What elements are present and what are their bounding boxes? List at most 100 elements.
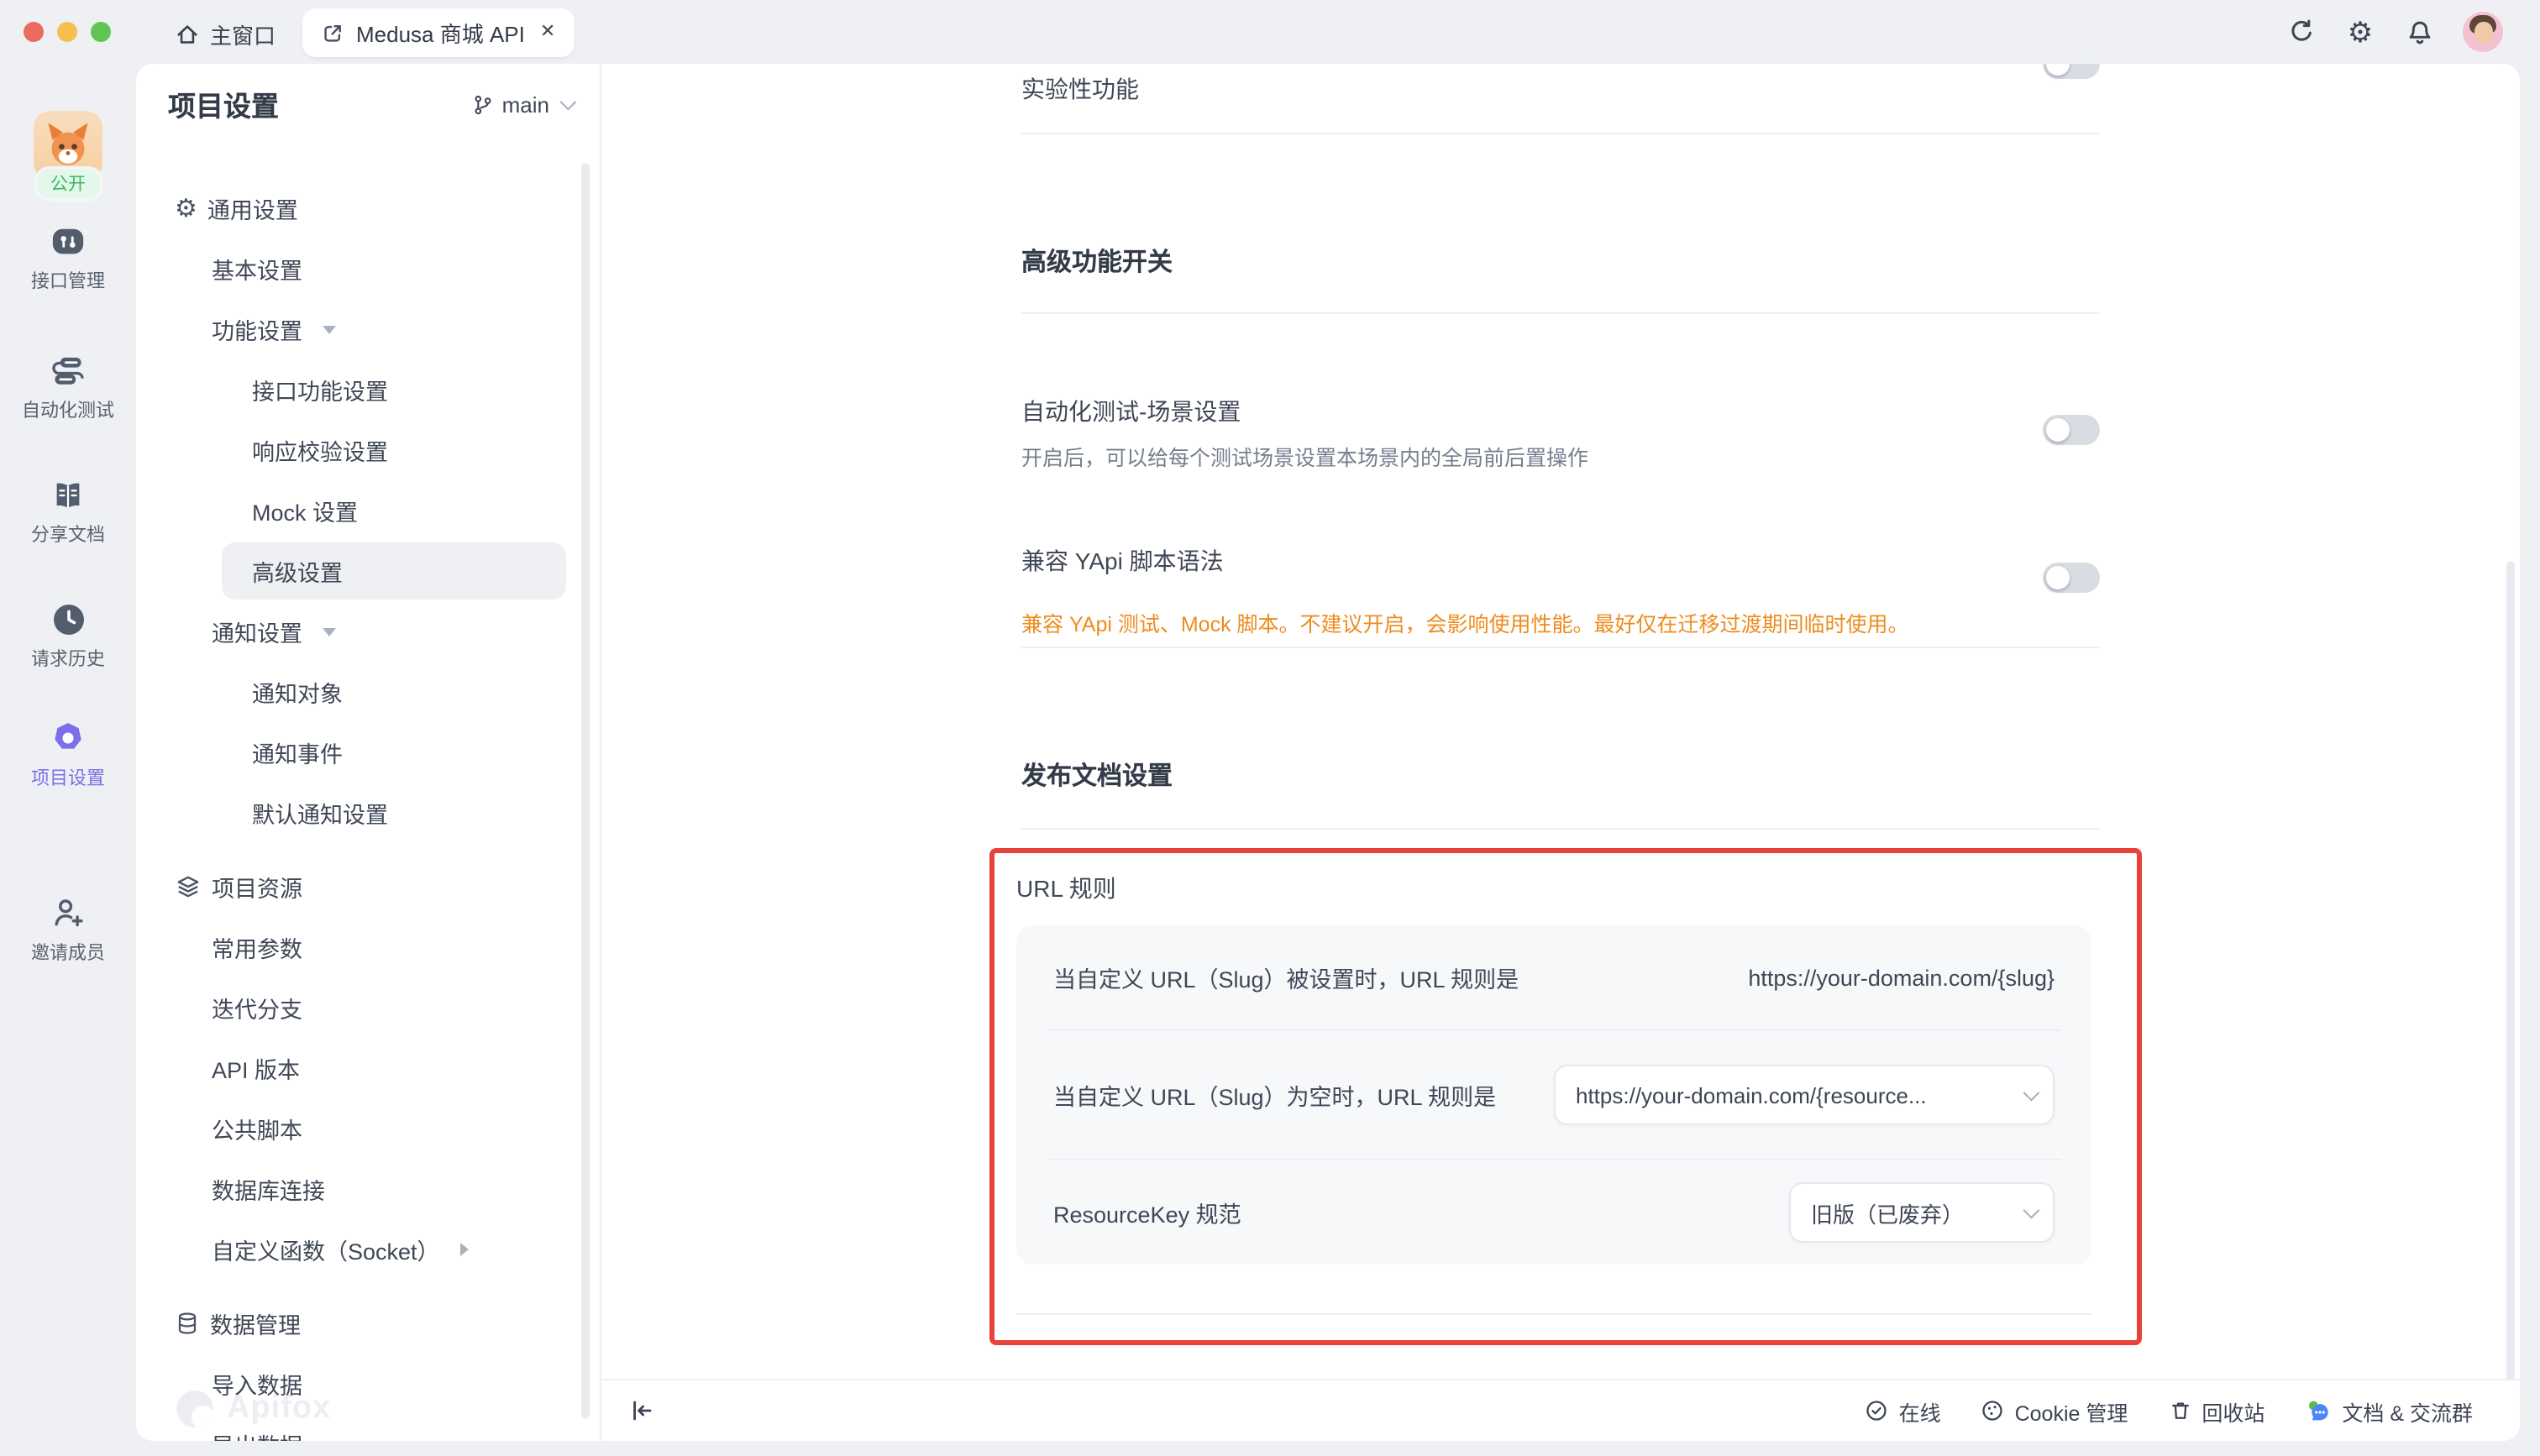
rail-label: 自动化测试 <box>22 401 114 422</box>
external-link-icon <box>321 21 344 45</box>
yapi-compat-toggle[interactable] <box>2043 563 2100 593</box>
resource-key-row: ResourceKey 规范 旧版（已废弃） <box>1016 1160 2091 1265</box>
url-rules-card: 当自定义 URL（Slug）被设置时，URL 规则是 https://your-… <box>1016 925 2091 1265</box>
rail-item-request-history[interactable]: 请求历史 <box>0 601 136 672</box>
settings-tree: ⚙ 通用设置 基本设置 功能设置 接口功能设置 响应校验设置 Mock 设置 高… <box>136 178 600 1441</box>
slug-empty-row: 当自定义 URL（Slug）为空时，URL 规则是 https://your-d… <box>1016 1031 2091 1159</box>
user-avatar[interactable] <box>2463 12 2503 52</box>
caret-down-icon <box>323 325 336 333</box>
caret-down-icon <box>323 627 336 636</box>
tree-item-response-validation[interactable]: 响应校验设置 <box>136 420 600 480</box>
content-window: 项目设置 main ⚙ 通用设置 基本设置 功能设置 接口功能设置 响应校验设置… <box>136 64 2520 1441</box>
slug-set-row: 当自定义 URL（Slug）被设置时，URL 规则是 https://your-… <box>1016 925 2091 1029</box>
rail-label: 邀请成员 <box>31 944 105 964</box>
tab-close-icon[interactable]: ✕ <box>537 23 555 42</box>
tree-item-default-notification[interactable]: 默认通知设置 <box>136 783 600 843</box>
bottom-bar: 在线 Cookie 管理 回收站 文档 & 交流群 <box>601 1379 2520 1441</box>
project-tab[interactable]: Medusa 商城 API ✕ <box>302 8 575 57</box>
tree-item-notification-targets[interactable]: 通知对象 <box>136 662 600 722</box>
git-branch-icon <box>472 94 494 116</box>
yapi-compat-title: 兼容 YApi 脚本语法 <box>1021 547 1224 574</box>
divider <box>1021 133 2100 134</box>
collapse-sidebar-icon[interactable] <box>628 1397 655 1424</box>
trash-icon <box>2168 1399 2191 1422</box>
resource-key-select[interactable]: 旧版（已废弃） <box>1789 1182 2055 1243</box>
sync-icon[interactable] <box>2286 17 2317 47</box>
branch-name: main <box>501 92 549 118</box>
app-window: 主窗口 Medusa 商城 API ✕ ⚙ 公开 接口管理 自动化测试 分享文档… <box>0 0 2540 1456</box>
tree-item-public-scripts[interactable]: 公共脚本 <box>136 1098 600 1159</box>
invite-members-icon <box>49 893 87 932</box>
tree-item-project-resources[interactable]: 项目资源 <box>136 856 600 917</box>
scenario-settings-title: 自动化测试-场景设置 <box>1021 398 1241 425</box>
panel-title: 项目设置 <box>168 92 279 123</box>
url-rules-highlight-box: URL 规则 当自定义 URL（Slug）被设置时，URL 规则是 https:… <box>989 848 2142 1345</box>
divider <box>1021 647 2100 648</box>
docs-community-button[interactable]: 文档 & 交流群 <box>2305 1395 2473 1427</box>
close-window-button[interactable] <box>24 22 44 42</box>
tree-item-mock-settings[interactable]: Mock 设置 <box>136 480 600 541</box>
experimental-section-label: 实验性功能 <box>1021 76 1139 102</box>
settings-content: 实验性功能 高级功能开关 自动化测试-场景设置 开启后，可以给每个测试场景设置本… <box>601 64 2520 1441</box>
experimental-toggle[interactable] <box>2043 64 2100 79</box>
rail-label: 接口管理 <box>31 272 105 292</box>
slug-empty-select[interactable]: https://your-domain.com/{resource... <box>1554 1065 2055 1125</box>
database-icon <box>175 1310 200 1337</box>
zoom-window-button[interactable] <box>91 22 111 42</box>
chevron-down-icon <box>559 93 577 111</box>
tree-item-basic-settings[interactable]: 基本设置 <box>136 238 600 299</box>
recycle-bin-button[interactable]: 回收站 <box>2168 1395 2264 1427</box>
main-scrollbar[interactable] <box>2506 561 2515 1421</box>
main-window-tab[interactable]: 主窗口 <box>175 13 276 54</box>
tree-item-api-feature-settings[interactable]: 接口功能设置 <box>136 359 600 420</box>
url-rules-label: URL 规则 <box>1016 875 1116 902</box>
rail-label: 请求历史 <box>31 650 105 670</box>
settings-gear-icon[interactable]: ⚙ <box>2345 17 2375 47</box>
project-settings-icon <box>49 719 87 757</box>
tree-item-feature-settings[interactable]: 功能设置 <box>136 299 600 359</box>
slug-set-label: 当自定义 URL（Slug）被设置时，URL 规则是 <box>1053 967 1519 992</box>
rail-item-invite-members[interactable]: 邀请成员 <box>0 893 136 966</box>
divider <box>1021 312 2100 314</box>
online-status[interactable]: 在线 <box>1866 1395 1941 1427</box>
rail-label: 分享文档 <box>31 526 105 546</box>
slug-set-value: https://your-domain.com/{slug} <box>1748 965 2055 990</box>
chevron-down-icon <box>2023 1201 2040 1218</box>
api-management-icon <box>49 225 87 260</box>
rail-item-share-docs[interactable]: 分享文档 <box>0 479 136 547</box>
tree-item-data-management[interactable]: 数据管理 <box>136 1293 600 1354</box>
caret-right-icon <box>459 1243 469 1256</box>
tree-item-api-versions[interactable]: API 版本 <box>136 1038 600 1098</box>
divider <box>1021 828 2100 830</box>
tree-item-database-connections[interactable]: 数据库连接 <box>136 1159 600 1219</box>
tree-item-notification-settings[interactable]: 通知设置 <box>136 601 600 662</box>
minimize-window-button[interactable] <box>57 22 77 42</box>
panel-scrollbar[interactable] <box>581 163 590 1419</box>
request-history-clock-icon <box>50 601 87 638</box>
advanced-features-heading: 高级功能开关 <box>1021 249 1173 277</box>
rail-item-api-management[interactable]: 接口管理 <box>0 225 136 294</box>
chevron-down-icon <box>2023 1083 2040 1101</box>
tree-item-iteration-branches[interactable]: 迭代分支 <box>136 977 600 1038</box>
tree-item-notification-events[interactable]: 通知事件 <box>136 722 600 783</box>
tree-item-general-settings[interactable]: ⚙ 通用设置 <box>136 178 600 238</box>
gear-icon: ⚙ <box>175 194 197 223</box>
slug-empty-label: 当自定义 URL（Slug）为空时，URL 规则是 <box>1053 1085 1497 1110</box>
notifications-bell-icon[interactable] <box>2404 17 2434 47</box>
resource-key-label: ResourceKey 规范 <box>1053 1202 1241 1228</box>
tree-item-common-parameters[interactable]: 常用参数 <box>136 917 600 977</box>
tree-item-advanced-settings[interactable]: 高级设置 <box>136 541 600 601</box>
home-label: 主窗口 <box>210 23 276 48</box>
scenario-settings-toggle[interactable] <box>2043 415 2100 445</box>
rail-item-automated-testing[interactable]: 自动化测试 <box>0 353 136 423</box>
share-docs-book-icon <box>49 479 87 514</box>
scenario-settings-desc: 开启后，可以给每个测试场景设置本场景内的全局前后置操作 <box>1021 447 1589 470</box>
cookie-manager-button[interactable]: Cookie 管理 <box>1981 1395 2128 1427</box>
automated-testing-icon <box>49 353 87 390</box>
rail-item-project-settings[interactable]: 项目设置 <box>0 719 136 791</box>
branch-selector[interactable]: main <box>472 92 577 118</box>
publish-docs-heading: 发布文档设置 <box>1021 762 1173 791</box>
tree-item-custom-functions[interactable]: 自定义函数（Socket） <box>136 1219 600 1280</box>
left-rail: 公开 接口管理 自动化测试 分享文档 请求历史 项目设置 邀请成员 <box>0 64 136 1456</box>
yapi-compat-warning: 兼容 YApi 测试、Mock 脚本。不建议开启，会影响使用性能。最好仅在迁移过… <box>1021 613 1909 636</box>
